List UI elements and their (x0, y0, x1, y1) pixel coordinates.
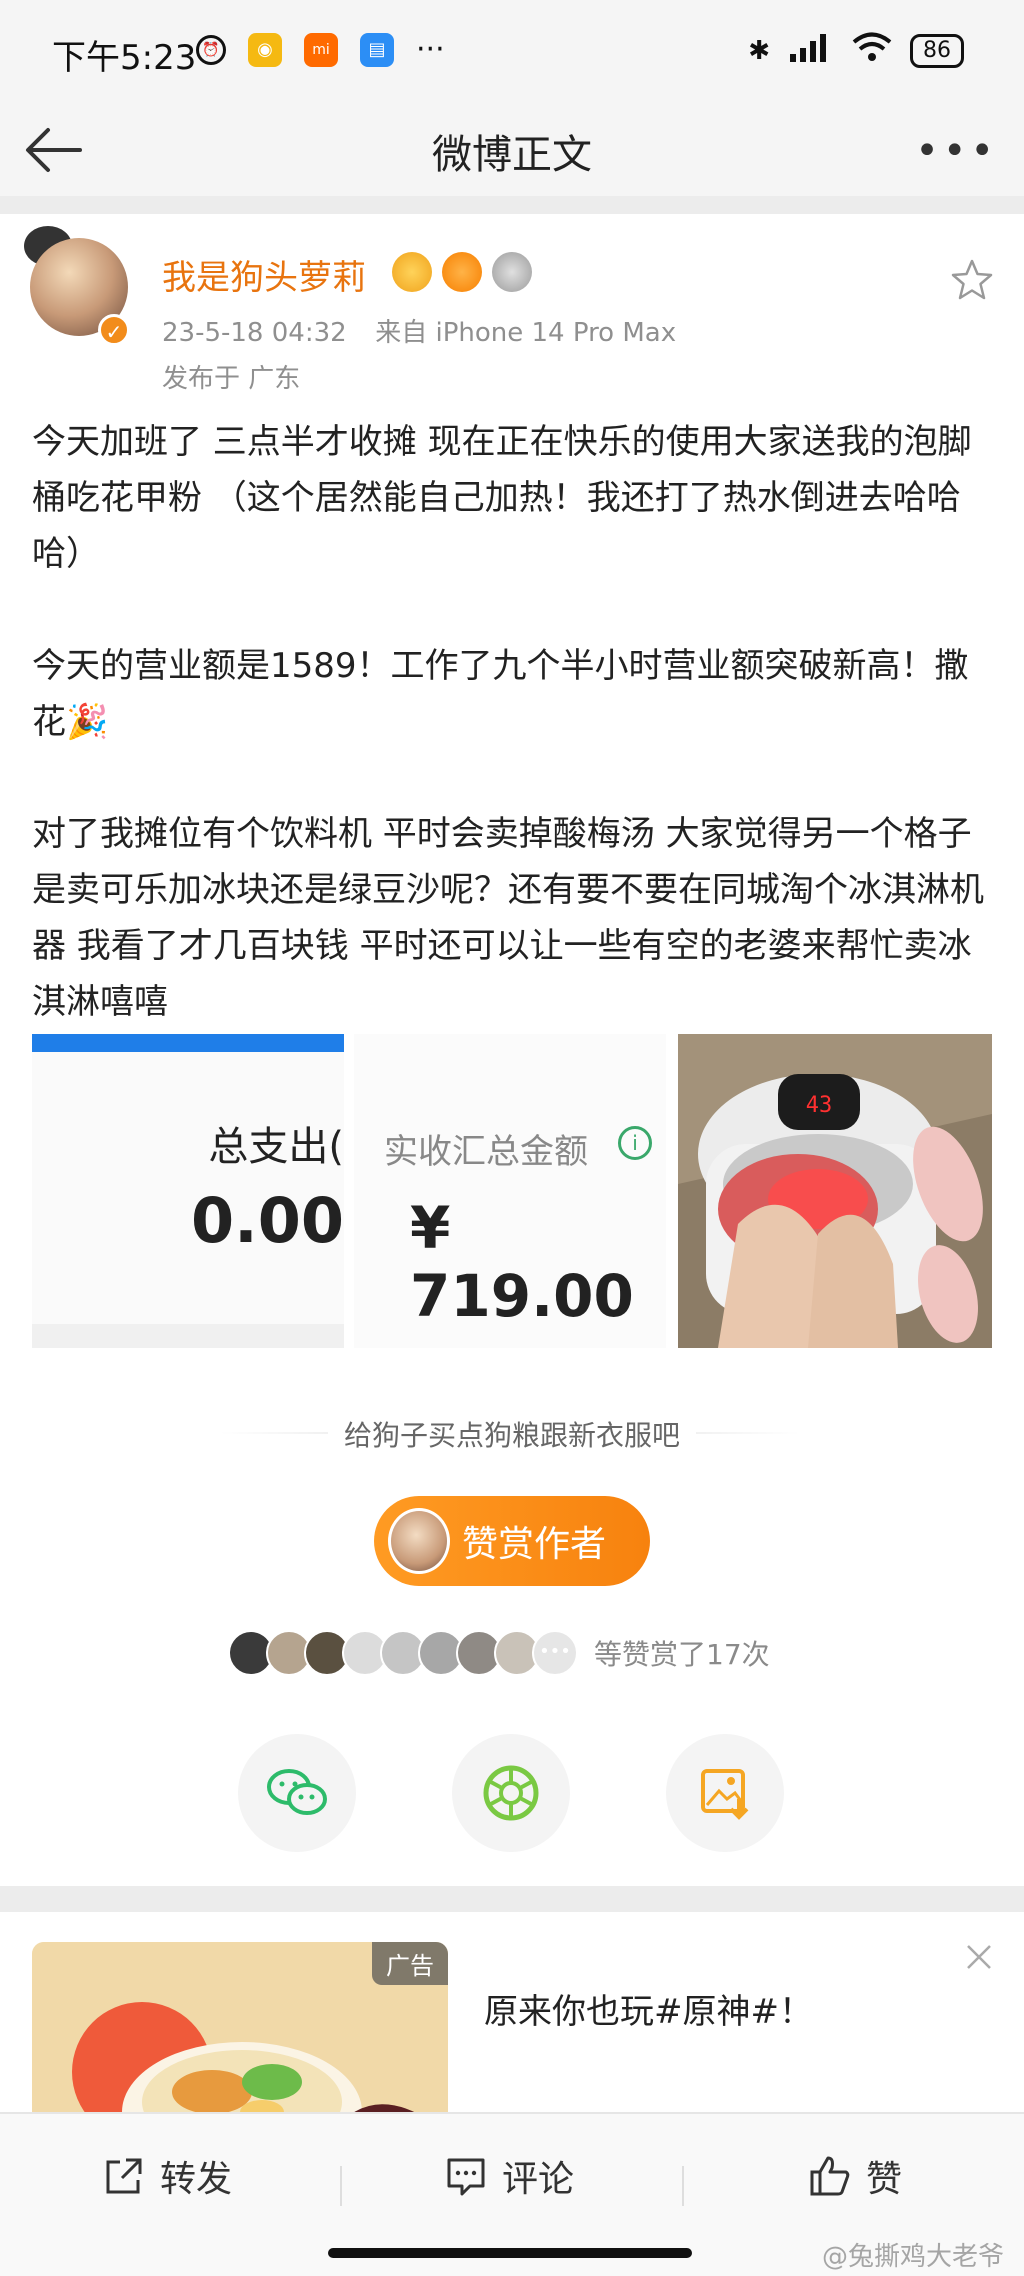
repost-icon (106, 2158, 142, 2194)
reward-count: 等赞赏了17次 (594, 1638, 770, 1671)
footbath-photo: 43 (678, 1034, 992, 1348)
reward-prompt: 给狗子买点狗粮跟新衣服吧 (0, 1414, 1024, 1454)
supporters-list[interactable]: ••• 等赞赏了17次 (228, 1630, 770, 1676)
save-image-icon (701, 1769, 749, 1820)
close-icon[interactable] (962, 1940, 996, 1974)
save-image-button[interactable] (666, 1734, 784, 1852)
post-meta: 23-5-18 04:32 来自 iPhone 14 Pro Max (162, 312, 676, 349)
signal-icon (788, 30, 834, 71)
verified-badge-icon: ✓ (98, 314, 130, 346)
income-label: 实收汇总金额 (384, 1132, 588, 1172)
post-paragraph: 今天的营业额是1589！工作了九个半小时营业额突破新高！撒花🎉 (32, 646, 969, 742)
status-bar: 下午5:23 ⏰ ◉ mi ▤ ··· ✱ 86 (0, 0, 1024, 104)
post-paragraph: 对了我摊位有个饮料机 平时会卖掉酸梅汤 大家觉得另一个格子是卖可乐加冰块还是绿豆… (32, 814, 984, 1022)
section-divider (0, 196, 1024, 214)
post-image-income[interactable]: 实收汇总金额 i ¥ 719.00 (354, 1034, 666, 1348)
wifi-icon (852, 31, 892, 70)
reward-button-label: 赞赏作者 (462, 1524, 607, 1565)
more-notifications-icon: ··· (416, 32, 445, 67)
thumbs-up-icon (810, 2156, 850, 2196)
more-supporters-icon: ••• (532, 1630, 578, 1676)
post-image-footbath[interactable]: 43 (678, 1034, 992, 1348)
share-wechat-button[interactable] (238, 1734, 356, 1852)
moments-icon (483, 1765, 539, 1821)
reward-avatar (388, 1508, 450, 1574)
post-location: 发布于 广东 (162, 364, 301, 394)
income-value: ¥ 719.00 (410, 1194, 634, 1330)
fish-badge-icon[interactable] (442, 252, 482, 292)
repost-label: 转发 (160, 2159, 233, 2200)
section-divider (0, 1886, 1024, 1912)
mi-icon: mi (304, 32, 338, 67)
battery-indicator: 86 (910, 33, 964, 68)
comment-icon (447, 2158, 485, 2196)
reward-author-button[interactable]: 赞赏作者 (374, 1496, 650, 1586)
post-paragraph: 今天加班了 三点半才收摊 现在正在快乐的使用大家送我的泡脚桶吃花甲粉 （这个居然… (32, 422, 972, 574)
wechat-icon (267, 1769, 327, 1815)
crown-badge-icon[interactable] (392, 252, 432, 292)
svg-text:43: 43 (806, 1093, 833, 1118)
post-body: 今天加班了 三点半才收摊 现在正在快乐的使用大家送我的泡脚桶吃花甲粉 （这个居然… (32, 414, 992, 1030)
ad-tag: 广告 (372, 1942, 448, 1985)
nav-bar: 微博正文 ••• (0, 104, 1024, 196)
ad-title[interactable]: 原来你也玩#原神#！ (484, 1984, 813, 2033)
like-button[interactable]: 赞 (808, 2150, 902, 2202)
calendar-app-icon: ▤ (360, 32, 394, 67)
status-time: 下午5:23 (52, 38, 197, 78)
post-date: 23-5-18 04:32 (162, 318, 347, 348)
expense-label: 总支出( (208, 1124, 344, 1170)
post-image-expense[interactable]: 总支出( 0.00 (32, 1034, 344, 1348)
alarm-icon: ⏰ (196, 34, 226, 65)
author-name[interactable]: 我是狗头萝莉 (162, 250, 366, 299)
weibo-icon: ◉ (248, 32, 282, 67)
watermark: @兔撕鸡大老爷 (821, 2242, 1004, 2272)
more-options-icon[interactable]: ••• (915, 128, 998, 174)
expense-value: 0.00 (191, 1184, 344, 1257)
medal-badge-icon[interactable] (492, 252, 532, 292)
comment-label: 评论 (502, 2159, 575, 2200)
like-label: 赞 (866, 2159, 903, 2200)
favorite-star-icon[interactable] (950, 258, 994, 302)
repost-button[interactable]: 转发 (102, 2150, 232, 2202)
comment-button[interactable]: 评论 (444, 2150, 574, 2202)
info-icon: i (618, 1126, 652, 1160)
share-moments-button[interactable] (452, 1734, 570, 1852)
page-title: 微博正文 (432, 132, 592, 178)
home-indicator[interactable] (328, 2248, 692, 2258)
bluetooth-icon: ✱ (748, 35, 770, 66)
post-source: 来自 iPhone 14 Pro Max (375, 318, 677, 348)
